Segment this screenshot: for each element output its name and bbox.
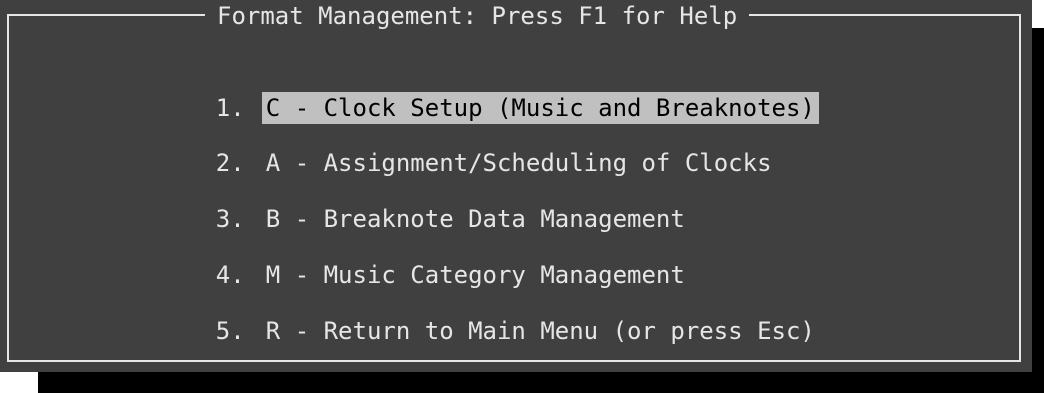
menu-item-clock-setup[interactable]: 1. C - Clock Setup (Music and Breaknotes) bbox=[158, 60, 819, 124]
format-management-dialog: Format Management: Press F1 for Help 1. C… bbox=[0, 0, 1032, 372]
menu-item-assignment-scheduling[interactable]: 2. A - Assignment/Scheduling of Clocks bbox=[158, 115, 776, 177]
dialog-title: Format Management: Press F1 for Help bbox=[205, 1, 750, 31]
menu-item-breaknote-data[interactable]: 3. B - Breaknote Data Management bbox=[158, 171, 689, 233]
menu-item-label: R - Return to Main Menu (or press Esc) bbox=[265, 317, 815, 345]
menu-item-music-category[interactable]: 4. M - Music Category Management bbox=[158, 227, 689, 289]
menu-item-return-main-menu[interactable]: 5. R - Return to Main Menu (or press Esc) bbox=[158, 283, 819, 345]
menu-item-number: 5. bbox=[215, 317, 245, 345]
